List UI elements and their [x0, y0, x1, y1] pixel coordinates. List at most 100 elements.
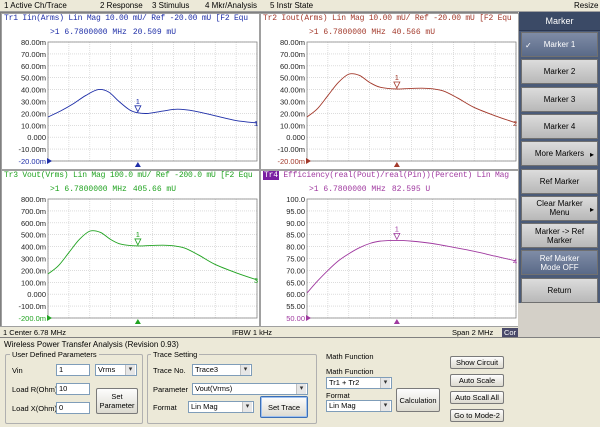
- y-tick-label: -10.00m: [277, 145, 305, 154]
- softkey-marker-2[interactable]: Marker 2: [521, 59, 598, 85]
- trace-window-3[interactable]: 800.0m 700.0m 600.0m 500.0m 400.0m 300.0m 200.…: [1, 170, 260, 327]
- trace-plot: 100.0 95.00 90.00 85.00 80.00 75.00 70.00 65.00…: [286, 195, 517, 324]
- calculation-button[interactable]: Calculation: [396, 388, 440, 412]
- softkey-more-markers[interactable]: More Markers ▸: [521, 141, 598, 167]
- set-parameter-button[interactable]: Set Parameter: [96, 388, 138, 414]
- y-tick-label: 70.00: [286, 266, 305, 275]
- trace-window-4[interactable]: 100.0 95.00 90.00 85.00 80.00 75.00 70.00 65.00…: [260, 170, 519, 327]
- trace-setting-title: Trace Setting: [151, 350, 200, 359]
- math-function-select[interactable]: Tr1 + Tr2: [326, 377, 392, 389]
- load-r-input[interactable]: 10: [56, 383, 90, 395]
- softkey-label: Marker 1: [543, 40, 576, 49]
- status-cor: Cor: [502, 328, 519, 337]
- y-tick-label: -10.00m: [18, 145, 46, 154]
- y-tick-label: 20.00m: [280, 109, 305, 118]
- y-tick-label: 700.0m: [21, 207, 46, 216]
- status-ifbw: IFBW 1 kHz: [232, 328, 273, 337]
- softkey-marker-3[interactable]: Marker 3: [521, 86, 598, 112]
- softkey-label: Clear Marker Menu: [536, 199, 583, 218]
- marker-number: 1: [395, 224, 399, 233]
- y-tick-label: 40.00m: [21, 86, 46, 95]
- format-select[interactable]: Lin Mag: [188, 401, 254, 413]
- softkey-ref-marker[interactable]: Ref Marker: [521, 168, 598, 194]
- parameter-label: Parameter: [153, 385, 189, 394]
- trace-no-label: Trace No.: [153, 366, 186, 375]
- trace-end-label: 3: [254, 276, 258, 285]
- marker-readout: >1 6.7800000 MHz 405.66 mU: [50, 185, 176, 194]
- math-format-select[interactable]: Lin Mag: [326, 400, 392, 412]
- marker-position-arrow-icon: [134, 319, 141, 324]
- marker-frequency: >1 6.7800000 MHz: [309, 185, 386, 194]
- softkey-ref-marker-mode-off[interactable]: Ref Marker Mode OFF: [521, 250, 598, 276]
- show-circuit-button[interactable]: Show Circuit: [450, 356, 504, 369]
- marker-frequency: >1 6.7800000 MHz: [309, 28, 386, 37]
- wpt-analysis-panel: Wireless Power Transfer Analysis (Revisi…: [0, 337, 600, 427]
- menu-stimulus[interactable]: 3 Stimulus: [152, 1, 189, 10]
- y-tick-label: 30.00m: [21, 98, 46, 107]
- y-tick-label: 50.00: [286, 314, 305, 323]
- chevron-right-icon: ▸: [589, 204, 594, 214]
- menu-instr-state[interactable]: 5 Instr State: [270, 1, 313, 10]
- marker-readout: >1 6.7800000 MHz 40.566 mU: [309, 28, 435, 37]
- trace-window-1[interactable]: 80.00m 70.00m 60.00m 50.00m 40.00m 30.00m 20.0…: [1, 13, 260, 170]
- reference-arrow-icon: [306, 315, 311, 321]
- y-tick-label: 70.00m: [21, 50, 46, 59]
- y-tick-label: 10.00m: [280, 121, 305, 130]
- softkey-marker-ref-marker[interactable]: Marker -> Ref Marker: [521, 223, 598, 249]
- menu-response[interactable]: 2 Response: [100, 1, 143, 10]
- parameter-select[interactable]: Vout(Vrms): [192, 383, 308, 395]
- y-tick-label: 65.00: [286, 278, 305, 287]
- y-tick-label: 500.0m: [21, 231, 46, 240]
- menu-bar: 1 Active Ch/Trace 2 Response 3 Stimulus …: [0, 0, 600, 12]
- y-tick-label: -20.00m: [18, 157, 46, 166]
- y-tick-label: 60.00: [286, 290, 305, 299]
- trace-header: Tr2 Iout(Arms) Lin Mag 10.00 mU/ Ref -20…: [263, 14, 512, 23]
- softkey-filler: [518, 303, 600, 337]
- reference-arrow-icon: [306, 158, 311, 164]
- status-bar: 1 Center 6.78 MHz IFBW 1 kHz Span 2 MHz …: [0, 326, 519, 337]
- softkey-return[interactable]: Return: [521, 277, 598, 303]
- auto-scale-all-button[interactable]: Auto Scall All: [450, 391, 504, 404]
- marker-triangle: [134, 238, 142, 246]
- trace-header: Tr4 Efficiency(real(Pout)/real(Pin))(Per…: [263, 171, 509, 180]
- softkey-marker-4[interactable]: Marker 4: [521, 113, 598, 139]
- y-tick-label: 0.000: [27, 290, 46, 299]
- y-tick-label: 100.0: [286, 195, 305, 204]
- math-title: Math Function: [324, 352, 376, 361]
- y-tick-label: -200.0m: [18, 314, 46, 323]
- load-x-input[interactable]: 0: [56, 402, 90, 414]
- marker-frequency: >1 6.7800000 MHz: [50, 185, 127, 194]
- softkey-clear-marker-menu[interactable]: Clear Marker Menu ▸: [521, 195, 598, 221]
- marker-triangle: [134, 105, 142, 113]
- y-tick-label: 20.00m: [21, 109, 46, 118]
- marker-readout: >1 6.7800000 MHz 20.509 mU: [50, 28, 176, 37]
- menu-resize[interactable]: Resize: [574, 1, 598, 10]
- y-tick-label: 400.0m: [21, 243, 46, 252]
- vin-unit-select[interactable]: Vrms: [95, 364, 137, 376]
- softkey-marker-1[interactable]: Marker 1 ✓: [521, 32, 598, 57]
- softkey-label: More Markers: [534, 149, 585, 159]
- trace-window-2[interactable]: 80.00m 70.00m 60.00m 50.00m 40.00m 30.00m 20.0…: [260, 13, 519, 170]
- set-trace-button[interactable]: Set Trace: [260, 396, 308, 418]
- trace-end-label: 1: [254, 119, 258, 128]
- chevron-right-icon: ▸: [589, 150, 594, 160]
- marker-value: 405.66 mU: [132, 185, 177, 194]
- marker-number: 1: [395, 73, 399, 82]
- trace-header: Tr3 Vout(Vrms) Lin Mag 100.0 mU/ Ref -20…: [4, 171, 253, 180]
- vin-input[interactable]: 1: [56, 364, 90, 376]
- auto-scale-button[interactable]: Auto Scale: [450, 374, 504, 387]
- go-to-mode2-button[interactable]: Go to Mode-2: [450, 409, 504, 422]
- trace-no-select[interactable]: Trace3: [192, 364, 252, 376]
- y-tick-label: 90.00: [286, 219, 305, 228]
- reference-arrow-icon: [47, 158, 52, 164]
- user-params-title: User Defined Parameters: [10, 350, 99, 359]
- trace-end-label: 2: [513, 119, 517, 128]
- menu-active-ch-trace[interactable]: 1 Active Ch/Trace: [4, 1, 67, 10]
- y-tick-label: 80.00m: [21, 38, 46, 47]
- marker-position-arrow-icon: [134, 162, 141, 167]
- menu-mkr-analysis[interactable]: 4 Mkr/Analysis: [205, 1, 257, 10]
- y-tick-label: 55.00: [286, 302, 305, 311]
- y-tick-label: -100.0m: [18, 302, 46, 311]
- trace-display-area: 80.00m 70.00m 60.00m 50.00m 40.00m 30.00m 20.0…: [0, 12, 519, 327]
- status-center: 1 Center 6.78 MHz: [3, 328, 66, 337]
